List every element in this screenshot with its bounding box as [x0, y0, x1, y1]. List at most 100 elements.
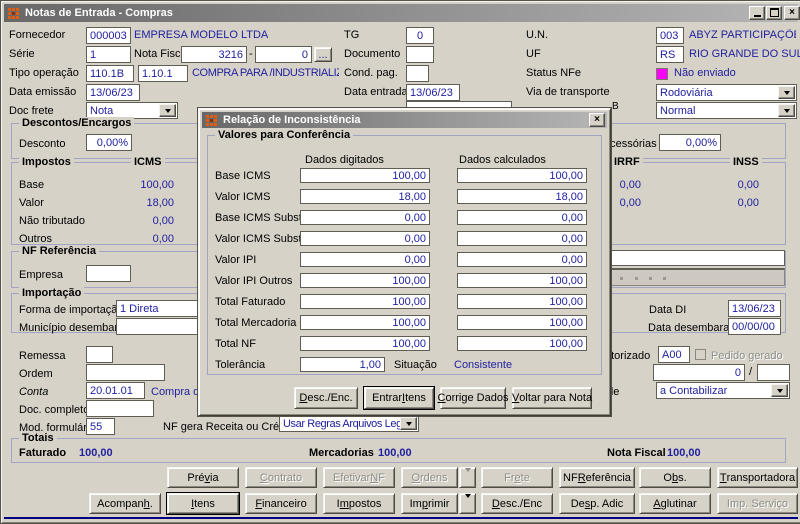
valor-digitado-input[interactable]: 18,00 [300, 189, 430, 204]
tipo-operacao-cfop-input[interactable]: 1.10.1 [138, 65, 188, 82]
valor-calculado-input[interactable]: 100,00 [457, 168, 587, 183]
data-di-input[interactable]: 13/06/23 [728, 300, 781, 317]
valor-digitado-input[interactable]: 100,00 [300, 273, 430, 288]
ordens-dropdown-button [459, 467, 476, 488]
dialog-close-button[interactable]: × [589, 113, 605, 127]
nf-gera-dropdown[interactable]: Usar Regras Arquivos Legais [279, 415, 419, 432]
acessorias-input[interactable]: 0,00% [659, 134, 721, 151]
aglutinar-button[interactable]: Aglutinar [639, 493, 711, 514]
dialog-entrar-itens-button[interactable]: Entrar Itens [364, 387, 434, 409]
conferencia-group-title: Valores para Conferência [215, 129, 353, 142]
valor-digitado-input[interactable]: 100,00 [300, 168, 430, 183]
nf-referencia-button[interactable]: NF Referência [559, 467, 635, 488]
imprimir-button[interactable]: Imprimir [401, 493, 458, 514]
obs-button[interactable]: Obs. [639, 467, 711, 488]
efetivar-nf-button: Efetivar NF [323, 467, 395, 488]
window-titlebar[interactable]: Notas de Entrada - Compras [4, 4, 798, 22]
desconto-input[interactable]: 0,00% [86, 134, 132, 151]
valor-digitado-input[interactable]: 0,00 [300, 252, 430, 267]
valor-calculado-input[interactable]: 100,00 [457, 315, 587, 330]
doc-completo-input[interactable] [86, 400, 154, 417]
valor-calculado-input[interactable]: 100,00 [457, 273, 587, 288]
acompanh-button[interactable]: Acompanh. [89, 493, 161, 514]
imposto-inss-value: 0,00 [709, 179, 759, 192]
financeiro-button[interactable]: Financeiro [245, 493, 317, 514]
valor-digitado-input[interactable]: 100,00 [300, 315, 430, 330]
serie-input[interactable]: 1 [86, 46, 131, 63]
dialog-desc-enc-button[interactable]: Desc./Enc. [294, 387, 358, 409]
data-di-label: Data DI [649, 304, 686, 317]
data-entrada-input[interactable]: 13/06/23 [406, 84, 460, 101]
valor-calculado-input[interactable]: 100,00 [457, 336, 587, 351]
forma-importacao-label: Forma de importação [19, 304, 124, 317]
via-transporte-label: Via de transporte [526, 86, 610, 99]
valor-calculado-input[interactable]: 0,00 [457, 252, 587, 267]
ordem-label: Ordem [19, 368, 53, 381]
previa-button[interactable]: Prévia [167, 467, 239, 488]
nf-referencia-group-title: NF Referência [19, 245, 99, 258]
fornecedor-code-input[interactable]: 000003 [86, 27, 131, 44]
status-nfe-swatch [656, 68, 668, 80]
cond-pag-input[interactable] [406, 65, 429, 82]
chevron-down-icon[interactable] [778, 86, 795, 99]
remessa-input[interactable] [86, 346, 113, 363]
nota-fiscal-numero-input[interactable]: 3216 [181, 46, 247, 63]
conta-input[interactable]: 20.01.01 [86, 382, 145, 399]
dialog-titlebar[interactable]: Relação de Inconsistência [202, 112, 607, 128]
inconsistency-dialog: Relação de Inconsistência × Valores para… [198, 108, 611, 416]
mercadorias-label: Mercadorias [309, 447, 374, 460]
valor-digitado-input[interactable]: 100,00 [300, 336, 430, 351]
conferencia-row-label: Total NF [215, 338, 256, 351]
valor-digitado-input[interactable]: 100,00 [300, 294, 430, 309]
autorizado-input[interactable]: A00 [658, 346, 690, 363]
dialog-voltar-nota-button[interactable]: Voltar para Nota [512, 387, 592, 409]
data-desembaraco-input[interactable]: 00/00/00 [728, 318, 781, 335]
faturado-label: Faturado [19, 447, 66, 460]
uf-code-input[interactable]: RS [656, 46, 684, 63]
irrf-column-header: IRRF [611, 156, 643, 169]
data-emissao-input[interactable]: 13/06/23 [86, 84, 140, 101]
itens-button[interactable]: Itens [167, 493, 239, 514]
imprimir-dropdown-button[interactable] [459, 493, 476, 514]
browse-button[interactable]: ... [314, 47, 332, 62]
contabilizar-dropdown[interactable]: a Contabilizar [656, 382, 790, 399]
dialog-corrige-dados-button[interactable]: Corrige Dados [440, 387, 506, 409]
conta-descricao: Compra de M [151, 386, 197, 399]
impostos-button[interactable]: Impostos [323, 493, 395, 514]
close-button[interactable]: × [784, 6, 800, 20]
valor-calculado-input[interactable]: 18,00 [457, 189, 587, 204]
chevron-down-icon[interactable] [771, 384, 788, 397]
grid-dot [649, 277, 652, 280]
tolerancia-input[interactable]: 1,00 [300, 357, 385, 372]
via-transporte-dropdown[interactable]: Rodoviária [656, 84, 797, 101]
chevron-down-icon[interactable] [778, 104, 795, 117]
chevron-down-icon[interactable] [400, 417, 417, 430]
faturado-value: 100,00 [79, 447, 113, 460]
pedido-gerado-checkbox [695, 349, 706, 360]
valor-digitado-input[interactable]: 0,00 [300, 231, 430, 246]
empresa-input[interactable] [86, 265, 131, 282]
forma-importacao-dropdown[interactable]: 1 Direta [116, 300, 211, 317]
desp-adic-button[interactable]: Desp. Adic [559, 493, 635, 514]
tg-input[interactable]: 0 [406, 27, 434, 44]
maximize-button[interactable] [766, 6, 782, 20]
numero-sufixo-input[interactable] [757, 364, 790, 381]
nf-referencia-field[interactable] [607, 250, 785, 266]
documento-input[interactable] [406, 46, 434, 63]
minimize-button[interactable] [749, 6, 765, 20]
valor-digitado-input[interactable]: 0,00 [300, 210, 430, 225]
valor-calculado-input[interactable]: 100,00 [457, 294, 587, 309]
municipio-desembaraco-input[interactable] [116, 318, 211, 335]
frete-dropdown[interactable]: Normal [656, 102, 797, 119]
un-code-input[interactable]: 003 [656, 27, 684, 44]
desc-enc-button[interactable]: Desc./Enc [481, 493, 553, 514]
ordem-input[interactable] [86, 364, 165, 381]
numero-input[interactable]: 0 [653, 364, 745, 381]
tipo-operacao-codigo-input[interactable]: 110.1B [86, 65, 134, 82]
valor-calculado-input[interactable]: 0,00 [457, 210, 587, 225]
chevron-down-icon[interactable] [159, 104, 176, 117]
valor-calculado-input[interactable]: 0,00 [457, 231, 587, 246]
transportadora-button[interactable]: Transportadora [717, 467, 798, 488]
mod-formulario-input[interactable]: 55 [86, 418, 115, 435]
nota-fiscal-sufixo-input[interactable]: 0 [255, 46, 312, 63]
